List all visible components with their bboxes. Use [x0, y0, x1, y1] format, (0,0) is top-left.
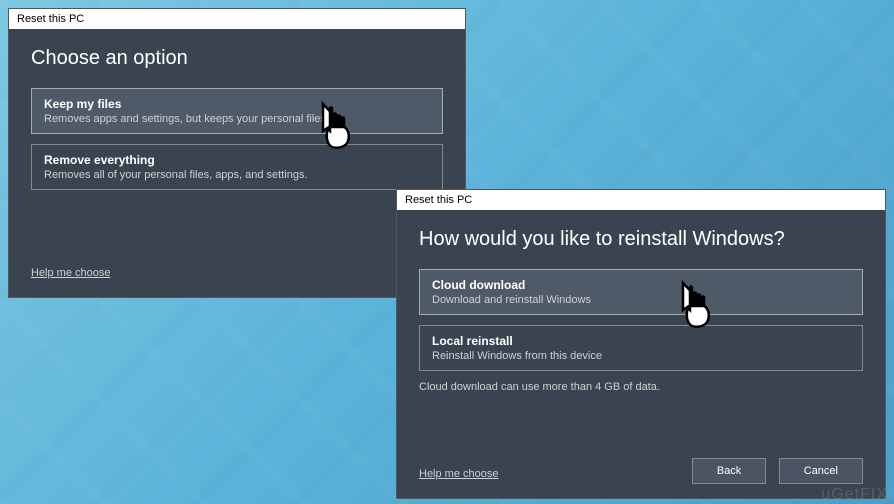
help-me-choose-link[interactable]: Help me choose: [31, 267, 111, 279]
cloud-download-info: Cloud download can use more than 4 GB of…: [419, 381, 863, 393]
dialog-heading: Choose an option: [31, 47, 443, 70]
dialog-title: Reset this PC: [17, 13, 84, 25]
option-description: Reinstall Windows from this device: [432, 350, 850, 362]
dialog-titlebar: Reset this PC: [397, 190, 885, 210]
back-button[interactable]: Back: [692, 458, 766, 484]
option-title: Keep my files: [44, 97, 430, 111]
dialog-title: Reset this PC: [405, 194, 472, 206]
option-title: Cloud download: [432, 278, 850, 292]
option-title: Local reinstall: [432, 334, 850, 348]
local-reinstall-option[interactable]: Local reinstall Reinstall Windows from t…: [419, 325, 863, 371]
reset-pc-dialog-reinstall: Reset this PC How would you like to rein…: [396, 189, 886, 499]
dialog-titlebar: Reset this PC: [9, 9, 465, 29]
watermark-text: uGetFIX: [821, 486, 888, 504]
dialog-heading: How would you like to reinstall Windows?: [419, 228, 863, 251]
remove-everything-option[interactable]: Remove everything Removes all of your pe…: [31, 144, 443, 190]
dialog-buttons: Back Cancel: [684, 458, 863, 484]
option-description: Download and reinstall Windows: [432, 294, 850, 306]
keep-my-files-option[interactable]: Keep my files Removes apps and settings,…: [31, 88, 443, 134]
cancel-button[interactable]: Cancel: [779, 458, 863, 484]
help-me-choose-link[interactable]: Help me choose: [419, 468, 499, 480]
cloud-download-option[interactable]: Cloud download Download and reinstall Wi…: [419, 269, 863, 315]
option-description: Removes all of your personal files, apps…: [44, 169, 430, 181]
dialog-content: How would you like to reinstall Windows?…: [397, 210, 885, 411]
option-description: Removes apps and settings, but keeps you…: [44, 113, 430, 125]
option-title: Remove everything: [44, 153, 430, 167]
